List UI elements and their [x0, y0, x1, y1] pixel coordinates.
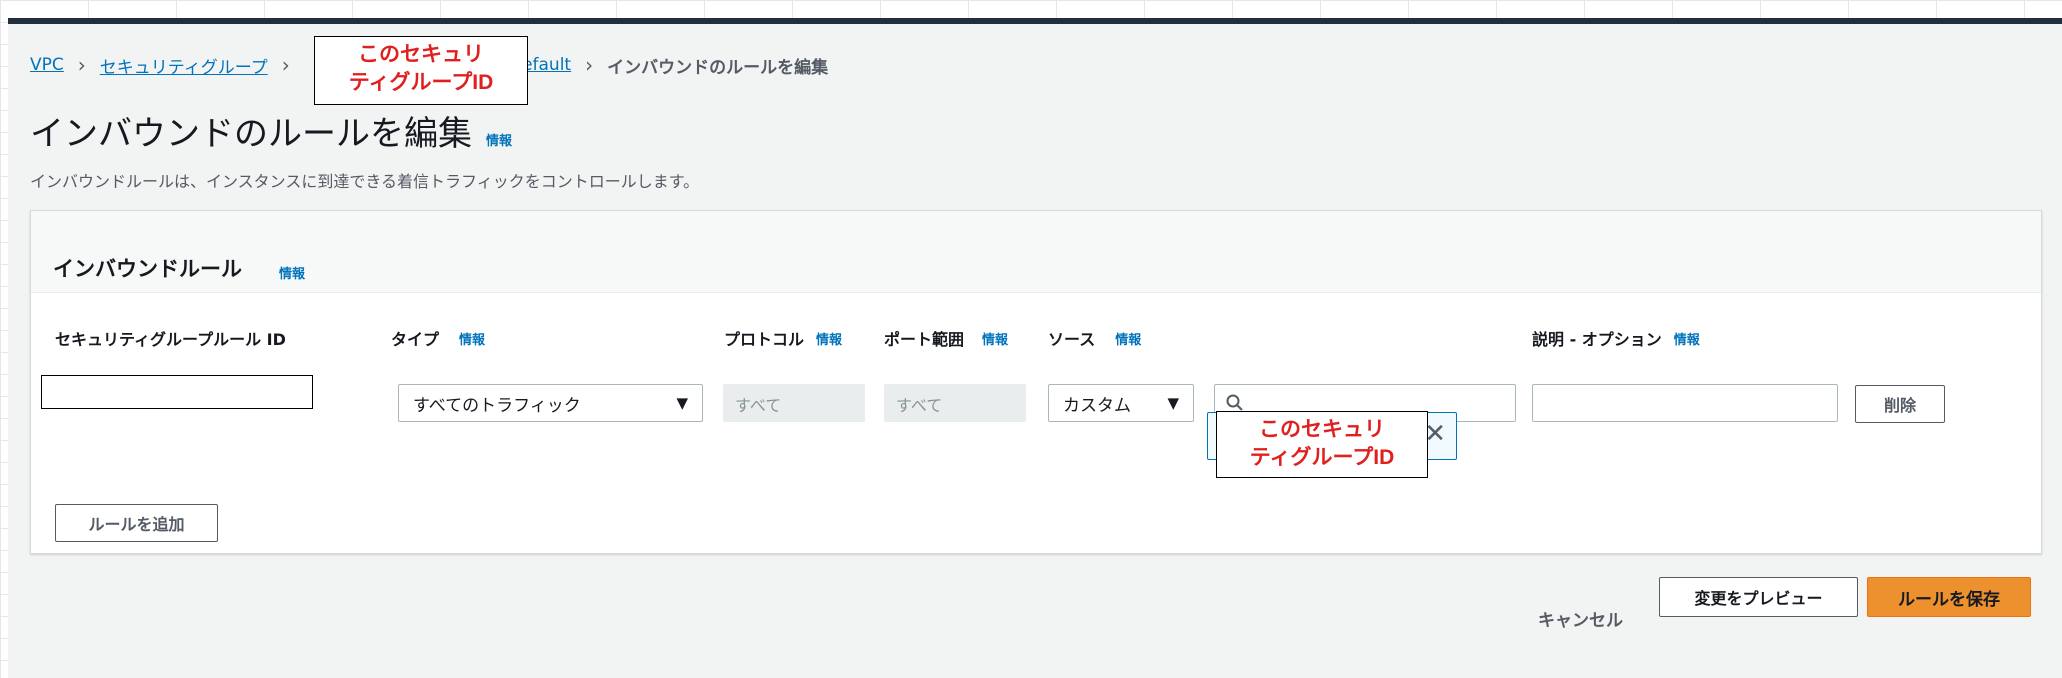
breadcrumb-vpc[interactable]: VPC [30, 55, 64, 75]
page-title: インバウンドのルールを編集 [30, 114, 472, 154]
caret-down-icon: ▼ [676, 394, 688, 412]
add-rule-label: ルールを追加 [88, 515, 185, 534]
column-header-type: タイプ 情報 [391, 326, 485, 350]
annotation-line: ティグループID [1249, 446, 1395, 469]
info-link[interactable]: 情報 [459, 329, 485, 348]
aws-console-window: VPC › セキュリティグループ › - default › インバウンドのルー… [8, 18, 2062, 678]
chevron-right-icon: › [585, 53, 594, 77]
column-label: セキュリティグループルール ID [55, 330, 286, 349]
column-header-source: ソース 情報 [1048, 326, 1141, 350]
port-range-value: すべて [896, 396, 943, 415]
breadcrumb-security-groups[interactable]: セキュリティグループ [100, 53, 268, 78]
column-label: ポート範囲 [884, 330, 965, 349]
description-input[interactable] [1532, 384, 1838, 422]
type-select-value: すべてのトラフィック [413, 395, 581, 416]
column-label: 説明 - オプション [1532, 330, 1662, 349]
delete-button-label: 削除 [1883, 396, 1916, 415]
column-label: プロトコル [724, 330, 805, 349]
info-link[interactable]: 情報 [486, 130, 512, 149]
info-link[interactable]: 情報 [1674, 329, 1700, 348]
breadcrumb-current: インバウンドのルールを編集 [607, 57, 829, 78]
rule-id-redacted [41, 375, 313, 409]
chevron-right-icon: › [281, 53, 290, 77]
delete-button[interactable]: 削除 [1855, 385, 1945, 423]
annotation-line: このセキュリ [1259, 418, 1385, 441]
column-header-protocol: プロトコル 情報 [724, 326, 842, 350]
protocol-field: すべて [723, 384, 865, 422]
column-header-port-range: ポート範囲 情報 [884, 326, 1008, 350]
preview-changes-button[interactable]: 変更をプレビュー [1659, 577, 1858, 617]
column-label: ソース [1048, 330, 1096, 349]
type-select[interactable]: すべてのトラフィック ▼ [398, 384, 703, 422]
cancel-button[interactable]: キャンセル [1538, 606, 1623, 631]
annotation-security-group-id-breadcrumb: このセキュリ ティグループID [314, 36, 528, 105]
inbound-rules-panel: インバウンドルール 情報 セキュリティグループルール ID タイプ 情報 プロト… [30, 210, 2042, 554]
panel-header: インバウンドルール 情報 [31, 211, 2041, 293]
add-rule-button[interactable]: ルールを追加 [55, 504, 218, 542]
column-header-description: 説明 - オプション 情報 [1532, 326, 1700, 350]
column-label: タイプ [391, 330, 440, 349]
search-icon [1226, 394, 1243, 411]
page-description: インバウンドルールは、インスタンスに到達できる着信トラフィックをコントロールしま… [30, 172, 700, 191]
annotation-line: このセキュリ [358, 43, 484, 66]
preview-button-label: 変更をプレビュー [1694, 589, 1823, 608]
source-select-value: カスタム [1063, 395, 1131, 416]
info-link[interactable]: 情報 [982, 329, 1008, 348]
top-navigation-bar [8, 18, 2062, 24]
save-rules-button[interactable]: ルールを保存 [1867, 577, 2031, 617]
save-button-label: ルールを保存 [1898, 589, 2000, 610]
annotation-line: ティグループID [348, 71, 494, 94]
annotation-security-group-id-source: このセキュリ ティグループID [1216, 411, 1428, 478]
page-header: インバウンドのルールを編集 情報 [30, 106, 512, 155]
caret-down-icon: ▼ [1167, 394, 1179, 412]
column-header-rule-id: セキュリティグループルール ID [55, 326, 286, 350]
info-link[interactable]: 情報 [1115, 329, 1141, 348]
info-link[interactable]: 情報 [816, 329, 842, 348]
port-range-field: すべて [884, 384, 1026, 422]
protocol-value: すべて [735, 396, 782, 415]
chevron-right-icon: › [77, 53, 86, 77]
panel-title: インバウンドルール [53, 257, 242, 281]
source-select[interactable]: カスタム ▼ [1048, 384, 1194, 422]
info-link[interactable]: 情報 [279, 263, 305, 282]
